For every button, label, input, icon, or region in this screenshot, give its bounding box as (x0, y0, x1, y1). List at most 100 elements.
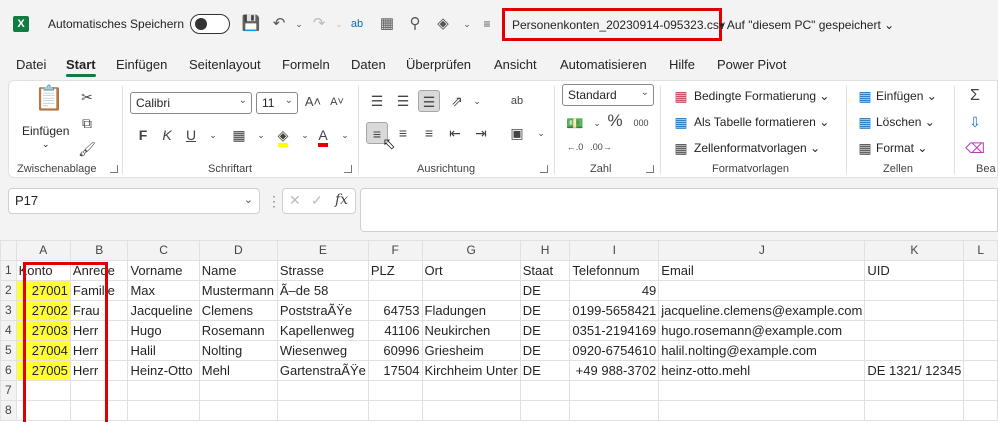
cell-j4[interactable]: hugo.rosemann@example.com (658, 320, 866, 341)
cell-j3[interactable]: jacqueline.clemens@example.com (658, 300, 866, 321)
conditional-formatting-button[interactable]: Bedingte Formatierung ⌄ (694, 89, 829, 103)
cell-f1[interactable]: PLZ (367, 260, 423, 281)
delete-cells-icon[interactable]: ▦ (854, 111, 876, 133)
wrap-text-icon[interactable]: ab (506, 90, 528, 112)
cell-l4[interactable] (963, 320, 998, 341)
column-header-g[interactable]: G (421, 240, 521, 261)
cell-d8[interactable] (198, 400, 278, 421)
cell-g3[interactable]: Fladungen (421, 300, 521, 321)
select-all-corner[interactable] (0, 240, 17, 261)
cell-i4[interactable]: 0351-2194169 (569, 320, 660, 341)
cell-g4[interactable]: Neukirchen (421, 320, 521, 341)
number-format-select[interactable]: Standard ⌄ (562, 84, 654, 106)
column-header-d[interactable]: D (198, 240, 278, 261)
cell-h2[interactable]: DE (519, 280, 571, 301)
font-name-select[interactable]: Calibri ⌄ (130, 92, 252, 114)
cell-h4[interactable]: DE (519, 320, 571, 341)
align-middle-icon[interactable]: ☰ (392, 90, 414, 112)
column-header-a[interactable]: A (15, 240, 71, 261)
cell-c6[interactable]: Heinz-Otto (127, 360, 200, 381)
increase-decimal-icon[interactable]: ←.0 (564, 136, 586, 158)
clear-icon[interactable]: ⌫ (964, 137, 986, 159)
merge-dropdown-icon[interactable]: ⌄ (530, 122, 552, 144)
cell-h6[interactable]: DE (519, 360, 571, 381)
row-header[interactable]: 3 (0, 300, 17, 321)
cell-d1[interactable]: Name (198, 260, 278, 281)
formula-input[interactable] (360, 188, 998, 232)
italic-button[interactable]: K (156, 124, 178, 146)
font-size-select[interactable]: 11 ⌄ (256, 92, 298, 114)
cell-styles-icon[interactable]: ▦ (670, 137, 692, 159)
column-header-l[interactable]: L (963, 240, 998, 261)
align-top-icon[interactable]: ☰ (366, 90, 388, 112)
paste-dropdown-icon[interactable]: ⌄ (42, 139, 50, 150)
currency-icon[interactable]: 💵 (564, 112, 586, 134)
cell-e8[interactable] (276, 400, 369, 421)
autosum-icon[interactable]: Σ (964, 85, 986, 107)
cell-f4[interactable]: 41106 (367, 320, 423, 341)
cell-c1[interactable]: Vorname (127, 260, 200, 281)
cell-j6[interactable]: heinz-otto.mehl (658, 360, 866, 381)
tab-einfuegen[interactable]: Einfügen (116, 57, 167, 72)
align-bottom-icon[interactable]: ☰ (418, 90, 440, 112)
cell-g8[interactable] (421, 400, 521, 421)
autosave-toggle[interactable] (190, 14, 230, 34)
cell-l7[interactable] (963, 380, 998, 401)
bold-button[interactable]: F (132, 124, 154, 146)
cell-i2[interactable]: 49 (569, 280, 660, 301)
orientation-icon[interactable]: ⇗ (446, 90, 468, 112)
cell-styles-button[interactable]: Zellenformatvorlagen ⌄ (694, 141, 820, 155)
cell-j7[interactable] (658, 380, 866, 401)
column-header-i[interactable]: I (569, 240, 660, 261)
column-header-f[interactable]: F (367, 240, 423, 261)
cell-j5[interactable]: halil.nolting@example.com (658, 340, 866, 361)
cell-k3[interactable] (864, 300, 965, 321)
cell-h3[interactable]: DE (519, 300, 571, 321)
format-cells-button[interactable]: Format ⌄ (876, 141, 927, 155)
column-header-j[interactable]: J (658, 240, 866, 261)
cell-l2[interactable] (963, 280, 998, 301)
cell-l8[interactable] (963, 400, 998, 421)
cell-f6[interactable]: 17504 (367, 360, 423, 381)
format-as-table-icon[interactable]: ▦ (670, 111, 692, 133)
tab-start[interactable]: Start (66, 57, 96, 72)
row-header[interactable]: 2 (0, 280, 17, 301)
cell-e1[interactable]: Strasse (276, 260, 369, 281)
format-cells-icon[interactable]: ▦ (854, 137, 876, 159)
grow-font-icon[interactable]: A˄ (302, 91, 324, 113)
cell-g1[interactable]: Ort (421, 260, 521, 281)
cell-d4[interactable]: Rosemann (198, 320, 278, 341)
increase-indent-icon[interactable]: ⇥ (470, 122, 492, 144)
fill-down-icon[interactable]: ⇩ (964, 111, 986, 133)
copy-icon[interactable]: ⧉ (76, 112, 98, 134)
cell-e7[interactable] (276, 380, 369, 401)
save-icon[interactable]: 💾 (240, 13, 262, 35)
tab-hilfe[interactable]: Hilfe (669, 57, 695, 72)
cell-j8[interactable] (658, 400, 866, 421)
tab-seitenlayout[interactable]: Seitenlayout (189, 57, 261, 72)
cell-l3[interactable] (963, 300, 998, 321)
cell-l6[interactable] (963, 360, 998, 381)
underline-button[interactable]: U (180, 124, 202, 146)
cell-d2[interactable]: Mustermann (198, 280, 278, 301)
number-launcher-icon[interactable] (646, 165, 654, 173)
percent-button[interactable]: % (604, 110, 626, 132)
cell-c7[interactable] (127, 380, 200, 401)
alignment-launcher-icon[interactable] (540, 165, 548, 173)
undo-dropdown-icon[interactable]: ⌄ (288, 13, 310, 35)
cell-i1[interactable]: Telefonnum (569, 260, 660, 281)
tab-daten[interactable]: Daten (351, 57, 386, 72)
name-box[interactable]: P17 ⌄ (8, 188, 260, 214)
save-location[interactable]: • Auf "diesem PC" gespeichert ⌄ (720, 18, 894, 32)
cell-j1[interactable]: Email (658, 260, 866, 281)
shrink-font-icon[interactable]: A˅ (326, 91, 348, 113)
cell-e3[interactable]: PoststraÃŸe (276, 300, 369, 321)
cancel-icon[interactable]: ✕ (289, 192, 301, 209)
paste-icon[interactable]: 📋 (34, 87, 64, 118)
cell-g6[interactable]: Kirchheim Unter (421, 360, 521, 381)
spellcheck-icon[interactable]: ab (346, 13, 368, 35)
column-header-e[interactable]: E (276, 240, 369, 261)
cell-k4[interactable] (864, 320, 965, 341)
cell-f3[interactable]: 64753 (367, 300, 423, 321)
cell-l1[interactable] (963, 260, 998, 281)
